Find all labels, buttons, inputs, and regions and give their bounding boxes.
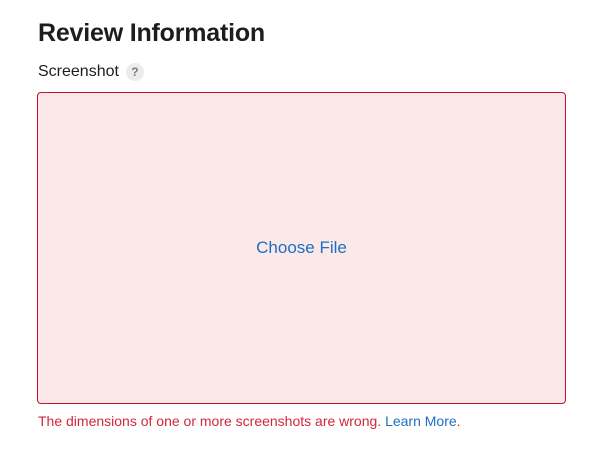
choose-file-button[interactable]: Choose File	[256, 237, 347, 259]
learn-more-link[interactable]: Learn More	[385, 413, 457, 429]
screenshot-error-message: The dimensions of one or more screenshot…	[38, 412, 461, 430]
screenshot-dropzone[interactable]: Choose File	[37, 92, 566, 404]
screenshot-field-label: Screenshot	[38, 63, 119, 80]
error-message-period: .	[456, 413, 461, 429]
screenshot-label-row: Screenshot ?	[38, 62, 144, 82]
question-mark-icon[interactable]: ?	[125, 63, 144, 81]
section-title: Review Information	[38, 19, 265, 47]
error-message-text: The dimensions of one or more screenshot…	[38, 413, 386, 429]
